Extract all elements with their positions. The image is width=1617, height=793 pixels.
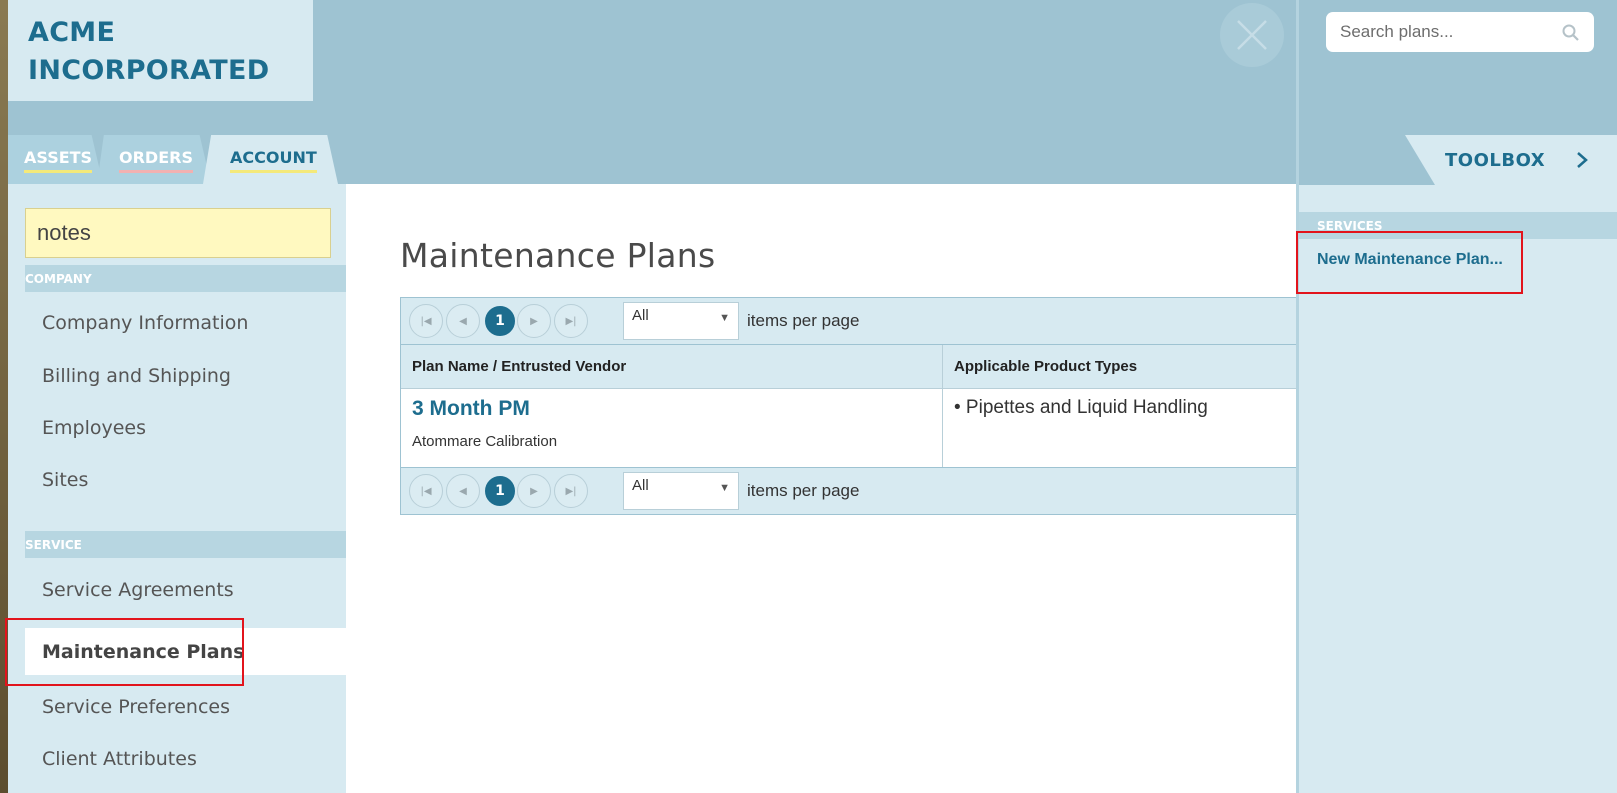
sidebar-section-service: SERVICE (25, 531, 346, 558)
page-number-button[interactable]: 1 (485, 306, 515, 336)
sidebar-item-billing-and-shipping[interactable]: Billing and Shipping (25, 351, 346, 401)
table-row: 3 Month PM Atommare Calibration • Pipett… (401, 388, 1296, 468)
next-page-button[interactable]: ▶ (517, 304, 551, 338)
search-icon[interactable] (1561, 23, 1580, 42)
next-page-button[interactable]: ▶ (517, 474, 551, 508)
column-header-product-types[interactable]: Applicable Product Types (943, 345, 1296, 388)
search-input[interactable] (1340, 22, 1561, 42)
prev-page-button[interactable]: ◀ (446, 304, 480, 338)
tab-orders-label: ORDERS (119, 148, 193, 173)
page-size-select[interactable]: All ▼ (623, 472, 739, 510)
plan-name-link[interactable]: 3 Month PM (412, 397, 931, 421)
product-types-cell: • Pipettes and Liquid Handling (954, 397, 1208, 418)
grid-pager-bottom: |◀ ◀ 1 ▶ ▶| All ▼ items per page (401, 468, 1296, 514)
tab-orders[interactable]: ORDERS (97, 135, 211, 184)
sidebar: notes COMPANY Company Information Billin… (8, 184, 346, 793)
sidebar-filter-input[interactable]: notes (25, 208, 331, 258)
sidebar-item-maintenance-plans[interactable]: Maintenance Plans (25, 628, 346, 675)
items-per-page-label: items per page (747, 311, 860, 330)
sidebar-item-service-preferences[interactable]: Service Preferences (25, 682, 346, 732)
company-name-line2: INCORPORATED (28, 55, 270, 86)
sidebar-item-sites[interactable]: Sites (25, 455, 346, 505)
grid-pager-top: |◀ ◀ 1 ▶ ▶| All ▼ items per page (401, 298, 1296, 344)
window-edge (0, 0, 8, 793)
page-number-button[interactable]: 1 (485, 476, 515, 506)
section-title: COMPANY (25, 271, 92, 286)
prev-page-button[interactable]: ◀ (446, 474, 480, 508)
items-per-page-label: items per page (747, 481, 860, 500)
last-page-button[interactable]: ▶| (554, 474, 588, 508)
close-icon (1237, 20, 1267, 50)
plans-grid: |◀ ◀ 1 ▶ ▶| All ▼ items per page Plan Na… (400, 297, 1296, 515)
page-title: Maintenance Plans (400, 236, 716, 275)
toolbox-title: TOOLBOX (1445, 149, 1546, 171)
company-logo: ACME INCORPORATED (8, 0, 313, 101)
tab-account-label: ACCOUNT (230, 148, 317, 173)
company-name-line1: ACME (28, 17, 116, 48)
sidebar-section-company: COMPANY (25, 265, 346, 292)
grid-header: Plan Name / Entrusted Vendor Applicable … (401, 344, 1296, 388)
tab-account[interactable]: ACCOUNT (203, 135, 338, 184)
page-size-select[interactable]: All ▼ (623, 302, 739, 340)
sidebar-item-client-attributes[interactable]: Client Attributes (25, 734, 346, 784)
chevron-right-icon (1577, 152, 1589, 168)
close-button[interactable] (1220, 3, 1284, 67)
main-tabs: ASSETS ORDERS ACCOUNT (8, 135, 338, 184)
main-content: Maintenance Plans |◀ ◀ 1 ▶ ▶| All ▼ item… (346, 184, 1296, 793)
plan-cell: 3 Month PM Atommare Calibration (401, 389, 943, 467)
column-header-plan-name[interactable]: Plan Name / Entrusted Vendor (401, 345, 943, 388)
toolbox-toggle[interactable]: TOOLBOX (1405, 135, 1617, 185)
vendor-name: Atommare Calibration (412, 433, 558, 450)
tab-assets-label: ASSETS (24, 148, 93, 173)
dropdown-arrow-icon: ▼ (719, 312, 730, 324)
last-page-button[interactable]: ▶| (554, 304, 588, 338)
tab-assets[interactable]: ASSETS (8, 135, 103, 184)
new-maintenance-plan-link[interactable]: New Maintenance Plan... (1317, 251, 1503, 269)
sidebar-item-service-agreements[interactable]: Service Agreements (25, 565, 346, 615)
sidebar-item-company-information[interactable]: Company Information (25, 298, 346, 348)
toolbox-panel: SERVICES New Maintenance Plan... (1299, 185, 1617, 793)
toolbox-section-services: SERVICES (1299, 212, 1617, 239)
page-size-value: All (632, 477, 649, 494)
first-page-button[interactable]: |◀ (409, 304, 443, 338)
page-size-value: All (632, 307, 649, 324)
first-page-button[interactable]: |◀ (409, 474, 443, 508)
search-box[interactable] (1326, 12, 1594, 52)
sidebar-item-employees[interactable]: Employees (25, 403, 346, 453)
section-title: SERVICE (25, 537, 82, 552)
dropdown-arrow-icon: ▼ (719, 482, 730, 494)
